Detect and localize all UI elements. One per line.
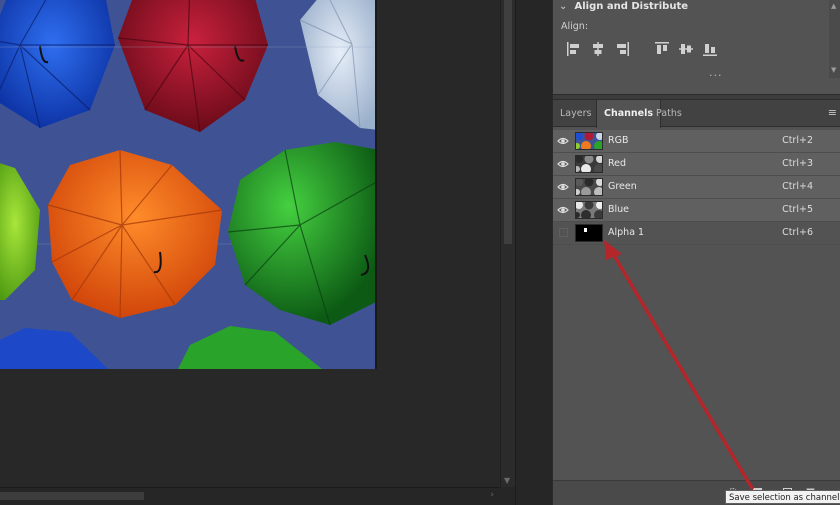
scroll-up-icon[interactable]: ▲ (831, 2, 836, 10)
channel-row-alpha-1[interactable]: Alpha 1 Ctrl+6 (553, 222, 840, 245)
umbrella-photo[interactable] (0, 0, 377, 369)
chevron-down-icon[interactable]: ⌄ (559, 1, 571, 12)
horizontal-scroll-thumb[interactable] (0, 492, 144, 500)
align-left-edges-button[interactable] (565, 40, 583, 58)
vertical-scrollbar[interactable]: ▼ (500, 0, 515, 487)
align-top-edges-button[interactable] (653, 40, 671, 58)
panel-dock-gutter (515, 0, 552, 505)
channel-name: Green (608, 181, 637, 192)
eye-icon[interactable] (557, 204, 569, 216)
channel-shortcut: Ctrl+3 (782, 158, 813, 169)
more-options-button[interactable]: ... (709, 66, 723, 79)
channel-thumbnail (575, 178, 603, 196)
channel-name: Blue (608, 204, 630, 215)
scroll-down-icon[interactable]: ▼ (831, 66, 836, 74)
align-right-edges-button[interactable] (613, 40, 631, 58)
channel-name: Alpha 1 (608, 227, 645, 238)
channel-row-rgb[interactable]: RGB Ctrl+2 (553, 130, 840, 153)
channel-shortcut: Ctrl+6 (782, 227, 813, 238)
eye-icon[interactable] (557, 158, 569, 170)
tooltip: Save selection as channel (725, 490, 840, 504)
align-panel-title: Align and Distribute (574, 1, 689, 12)
tab-layers[interactable]: Layers (553, 100, 598, 127)
tab-paths[interactable]: Paths (649, 100, 689, 127)
channel-thumbnail (575, 132, 603, 150)
align-bottom-edges-button[interactable] (701, 40, 719, 58)
channel-row-red[interactable]: Red Ctrl+3 (553, 153, 840, 176)
scroll-right-icon[interactable]: › (490, 490, 494, 500)
align-vertical-centers-button[interactable] (677, 40, 695, 58)
channel-shortcut: Ctrl+4 (782, 181, 813, 192)
document-canvas[interactable] (0, 0, 500, 487)
scroll-down-icon[interactable]: ▼ (504, 476, 510, 485)
channel-row-blue[interactable]: Blue Ctrl+5 (553, 199, 840, 222)
align-label: Align: (561, 21, 589, 32)
align-horizontal-centers-button[interactable] (589, 40, 607, 58)
channel-shortcut: Ctrl+5 (782, 204, 813, 215)
panel-menu-icon[interactable]: ≡ (828, 107, 837, 118)
align-distribute-panel: ⌄ Align and Distribute Align: ... ▲ ▼ (553, 0, 840, 94)
horizontal-scrollbar[interactable]: › (0, 487, 500, 505)
right-panel-dock: ⌄ Align and Distribute Align: ... ▲ ▼ La… (552, 0, 840, 505)
channel-row-green[interactable]: Green Ctrl+4 (553, 176, 840, 199)
channel-thumbnail (575, 201, 603, 219)
channel-name: RGB (608, 135, 629, 146)
channels-list: RGB Ctrl+2 Red Ctrl+3 Green Ctrl+4 Blue … (553, 130, 840, 245)
vertical-scroll-thumb[interactable] (504, 0, 512, 244)
channel-name: Red (608, 158, 627, 169)
align-panel-header[interactable]: ⌄ Align and Distribute (559, 1, 688, 12)
visibility-toggle[interactable] (559, 228, 568, 237)
panel-scrollbar[interactable]: ▲ ▼ (829, 0, 840, 78)
eye-icon[interactable] (557, 181, 569, 193)
channel-thumbnail (575, 224, 603, 242)
eye-icon[interactable] (557, 135, 569, 147)
channels-panel-tabs: Layers Channels Paths ≡ (553, 100, 840, 128)
scroll-corner (500, 487, 515, 505)
channel-thumbnail (575, 155, 603, 173)
channel-shortcut: Ctrl+2 (782, 135, 813, 146)
